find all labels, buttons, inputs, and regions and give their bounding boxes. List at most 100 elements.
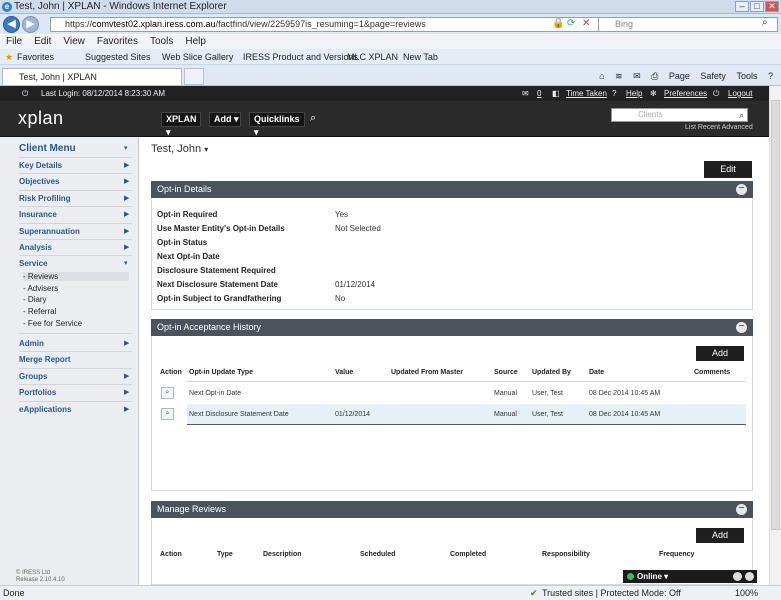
field-value: 01/12/2014	[335, 280, 376, 289]
online-status-widget[interactable]: Online ▾	[623, 570, 757, 583]
cmd-safety[interactable]: Safety	[700, 71, 726, 81]
optin-details-header[interactable]: Opt-in Details −	[151, 181, 753, 198]
fav-iress-product[interactable]: IRESS Product and Versions	[243, 49, 358, 65]
menu-tools[interactable]: Tools	[150, 36, 173, 47]
search-box[interactable]: Bing	[598, 17, 778, 32]
print-icon[interactable]: ⎙	[651, 71, 658, 81]
sidebar-item-eapplications[interactable]: eApplications	[19, 405, 71, 414]
cmd-page[interactable]: Page	[669, 71, 690, 81]
mail-icon[interactable]: ✉	[633, 71, 641, 81]
minimize-button[interactable]: –	[735, 1, 749, 12]
chevron-right-icon: ▶	[124, 195, 130, 202]
maximize-button[interactable]: □	[750, 1, 764, 12]
sidebar-subitem-reviews[interactable]: - Reviews	[23, 272, 129, 281]
sidebar-subitem-fee-for-service[interactable]: - Fee for Service	[23, 319, 82, 328]
field-label: Opt-in Subject to Grandfathering	[157, 294, 282, 303]
new-tab-button[interactable]	[184, 68, 204, 85]
chevron-right-icon: ▶	[124, 244, 130, 251]
sidebar-item-service[interactable]: Service	[19, 259, 47, 268]
preferences-link[interactable]: Preferences	[664, 86, 707, 101]
sidebar-item-portfolios[interactable]: Portfolios	[19, 388, 56, 397]
view-magnifier-icon[interactable]: ⌕	[161, 408, 174, 420]
xplan-logo[interactable]: xplan	[18, 108, 64, 129]
time-taken-link[interactable]: Time Taken	[566, 86, 607, 101]
browser-tab[interactable]: Test, John | XPLAN	[2, 68, 182, 85]
client-name[interactable]: Test, John ▾	[151, 143, 208, 155]
menu-file[interactable]: File	[6, 36, 22, 47]
fav-new-tab[interactable]: New Tab	[403, 49, 438, 65]
inbox-count[interactable]: 0	[537, 86, 541, 101]
favorites-button[interactable]: Favorites	[17, 49, 54, 65]
sidebar-item-admin[interactable]: Admin	[19, 339, 44, 348]
forward-button[interactable]: ▶	[22, 16, 39, 33]
divider	[19, 223, 132, 224]
collapse-icon[interactable]: −	[736, 322, 747, 333]
menu-help[interactable]: Help	[185, 36, 206, 47]
lock-icon[interactable]: 🔒	[552, 18, 564, 29]
xplan-menu-button[interactable]: XPLAN ▾	[161, 112, 201, 137]
help-icon[interactable]: ?	[768, 71, 773, 81]
scrollbar-thumb[interactable]	[771, 100, 780, 530]
help-link[interactable]: Help	[626, 86, 642, 101]
add-review-button[interactable]: Add	[696, 528, 744, 543]
add-history-button[interactable]: Add	[696, 346, 744, 361]
inbox-icon[interactable]: ✉	[522, 86, 529, 101]
security-zone[interactable]: Trusted sites | Protected Mode: Off	[542, 586, 681, 600]
cmd-tools[interactable]: Tools	[736, 71, 757, 81]
client-menu-title[interactable]: Client Menu	[19, 143, 76, 154]
client-search-input[interactable]: Clients	[611, 108, 748, 122]
sidebar-item-analysis[interactable]: Analysis	[19, 243, 52, 252]
minimize-chat-icon[interactable]	[733, 572, 742, 581]
sidebar-item-objectives[interactable]: Objectives	[19, 177, 59, 186]
optin-history-header[interactable]: Opt-in Acceptance History −	[151, 319, 753, 336]
search-links[interactable]: List Recent Advanced	[685, 124, 753, 131]
client-menu-collapse-icon[interactable]: ▾	[124, 144, 128, 152]
close-chat-icon[interactable]	[745, 572, 754, 581]
gear-icon: ✻	[650, 89, 657, 98]
quick-search-icon[interactable]: ⌕	[310, 112, 316, 125]
sidebar-subitem-referral[interactable]: - Referral	[23, 307, 56, 316]
stop-icon[interactable]: ✕	[582, 18, 590, 29]
fav-suggested-sites[interactable]: Suggested Sites	[85, 49, 151, 65]
search-icon[interactable]: ⌕	[762, 17, 768, 28]
client-search-placeholder: Clients	[638, 110, 663, 119]
fav-web-slice-gallery[interactable]: Web Slice Gallery	[162, 49, 233, 65]
fav-mlc-xplan[interactable]: MLC XPLAN	[347, 49, 398, 65]
vertical-scrollbar[interactable]	[769, 86, 781, 585]
address-bar[interactable]: https://comvtest02.xplan.iress.com.au/fa…	[50, 17, 612, 32]
quicklinks-label: Quicklinks	[254, 114, 300, 124]
back-button[interactable]: ◀	[3, 16, 20, 33]
refresh-icon[interactable]: ⟳	[567, 18, 575, 29]
collapse-icon[interactable]: −	[736, 504, 747, 515]
menu-favorites[interactable]: Favorites	[97, 36, 138, 47]
tab-title: Test, John | XPLAN	[19, 72, 97, 82]
tab-row: Test, John | XPLAN ⌂ ≋ ✉ ⎙ Page Safety T…	[0, 65, 781, 86]
divider	[19, 384, 132, 385]
add-menu-button[interactable]: Add ▾	[209, 112, 241, 127]
feeds-icon[interactable]: ≋	[615, 71, 623, 81]
manage-reviews-header[interactable]: Manage Reviews −	[151, 501, 753, 518]
address-row: ◀ ▶ https://comvtest02.xplan.iress.com.a…	[0, 14, 781, 34]
sidebar-subitem-advisers[interactable]: - Advisers	[23, 284, 58, 293]
edit-button[interactable]: Edit	[704, 161, 752, 178]
home-icon[interactable]: ⌂	[599, 71, 604, 81]
collapse-icon[interactable]: −	[736, 184, 747, 195]
zoom-level[interactable]: 100%	[735, 586, 758, 600]
client-search-icon[interactable]: ⌕	[739, 110, 744, 121]
sidebar-item-superannuation[interactable]: Superannuation	[19, 227, 80, 236]
chevron-right-icon: ▶	[124, 228, 130, 235]
sidebar-item-groups[interactable]: Groups	[19, 372, 47, 381]
table-cell: Manual	[494, 390, 517, 397]
view-magnifier-icon[interactable]: ⌕	[161, 387, 174, 399]
menu-view[interactable]: View	[63, 36, 85, 47]
sidebar-item-insurance[interactable]: Insurance	[19, 210, 57, 219]
sidebar-item-key-details[interactable]: Key Details	[19, 161, 62, 170]
sidebar-item-merge-report[interactable]: Merge Report	[19, 355, 71, 364]
column-header: Updated From Master	[391, 369, 463, 376]
menu-edit[interactable]: Edit	[34, 36, 51, 47]
close-window-button[interactable]: ✕	[765, 1, 779, 12]
sidebar-subitem-diary[interactable]: - Diary	[23, 295, 47, 304]
sidebar-item-risk-profiling[interactable]: Risk Profiling	[19, 194, 71, 203]
quicklinks-menu-button[interactable]: Quicklinks ▾	[249, 112, 305, 137]
logout-link[interactable]: Logout	[728, 86, 752, 101]
